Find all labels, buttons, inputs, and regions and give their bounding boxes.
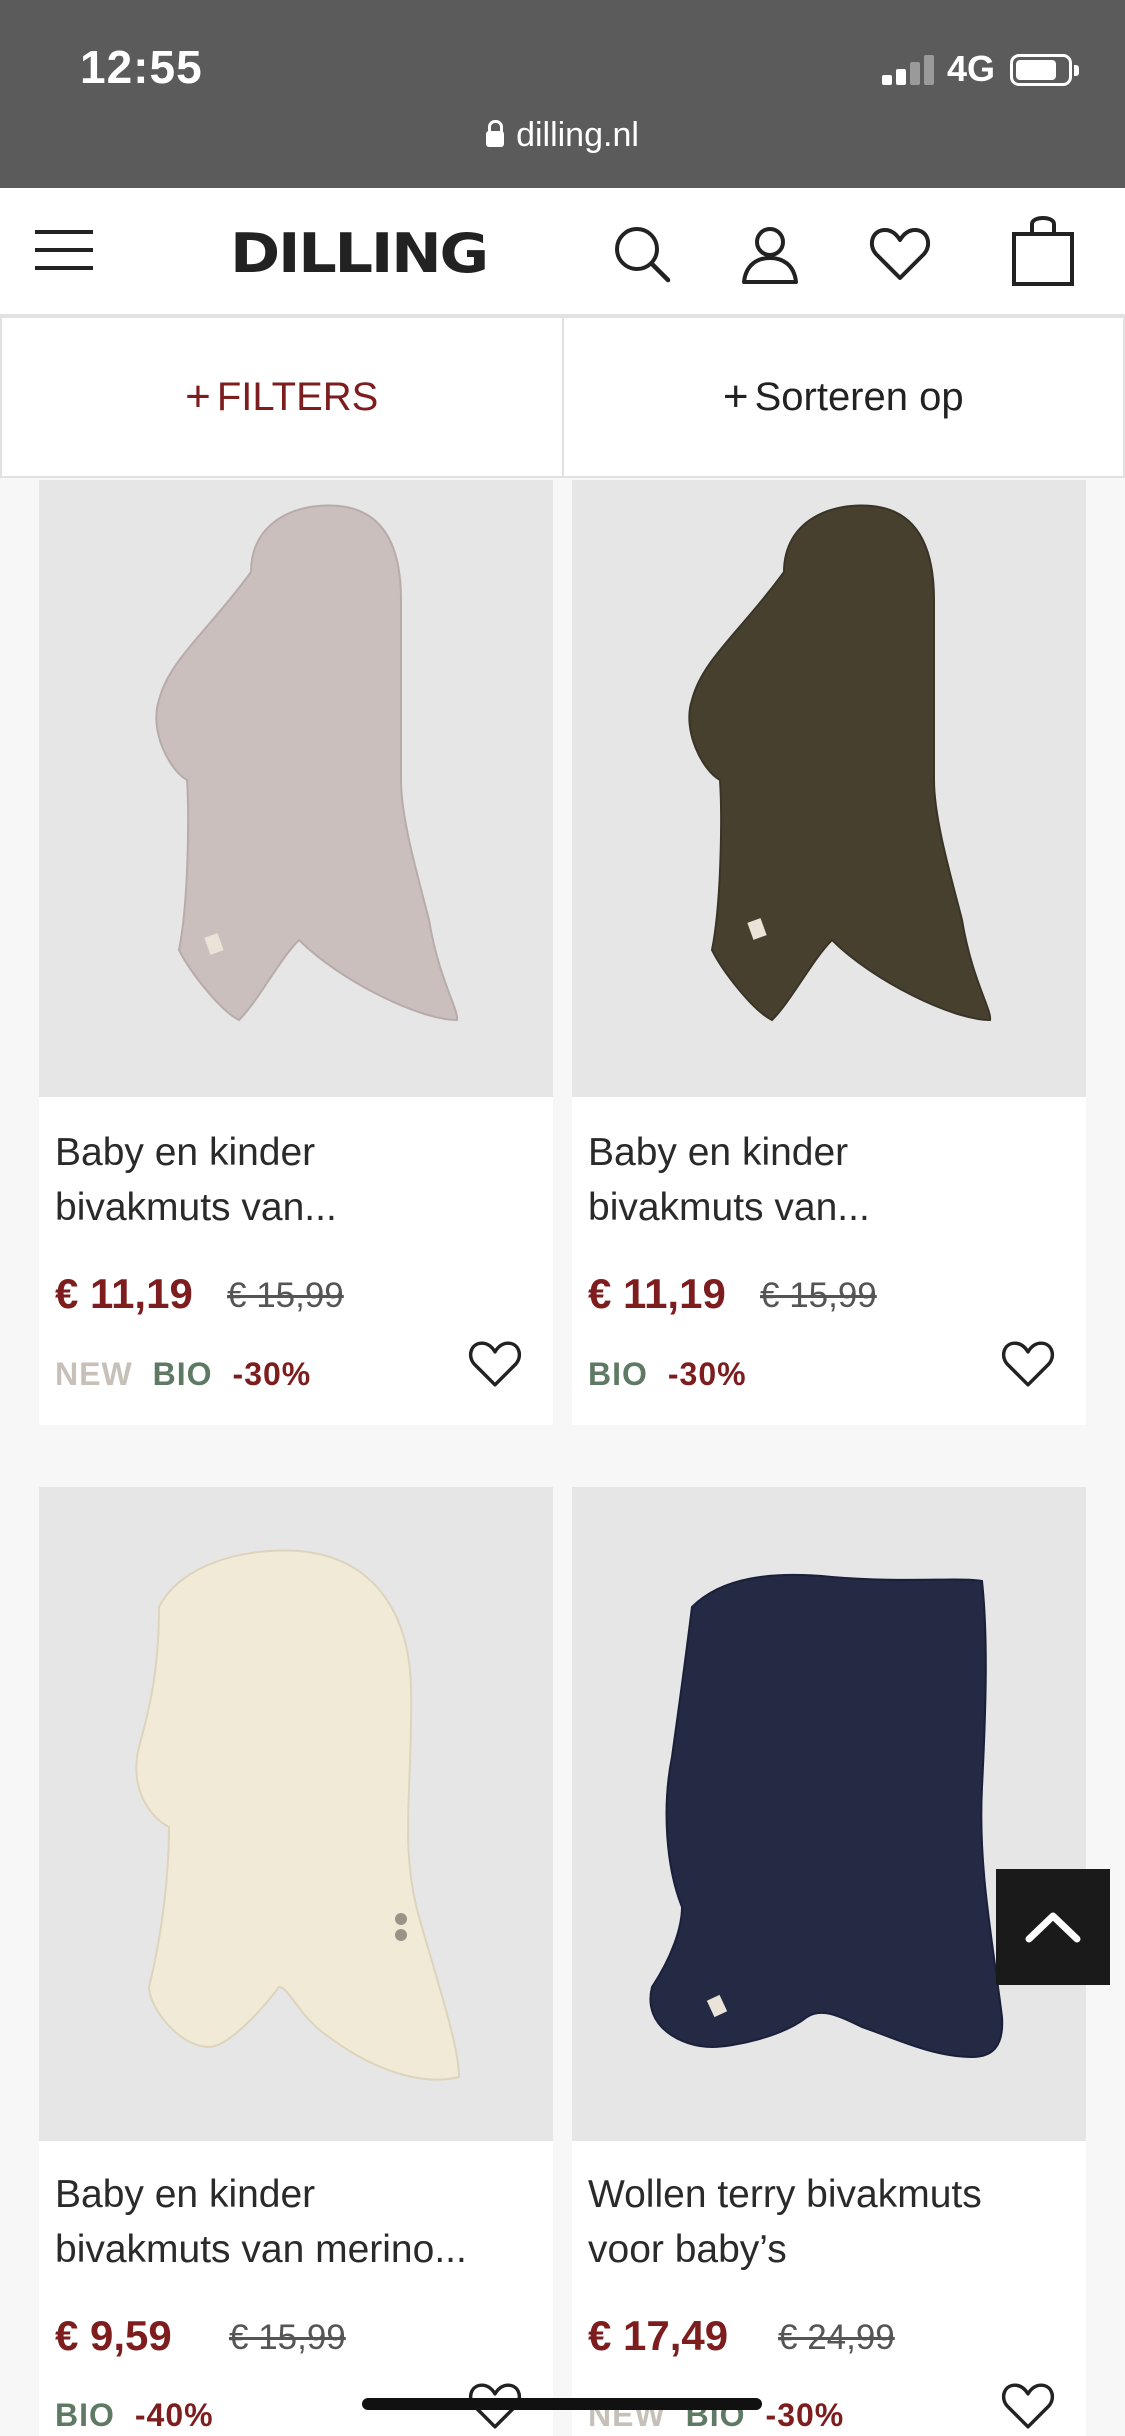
wishlist-heart-icon[interactable]	[1000, 1338, 1056, 1390]
menu-icon[interactable]	[35, 230, 93, 270]
plus-icon: +	[722, 372, 749, 421]
back-to-top-button[interactable]	[996, 1869, 1110, 1985]
url-bar[interactable]: dilling.nl	[0, 116, 1125, 155]
status-bar: 12:55 4G dilling.nl	[0, 0, 1125, 188]
product-tags: BIO -40%	[55, 2397, 214, 2434]
battery-icon	[1010, 54, 1079, 86]
network-type: 4G	[947, 48, 996, 89]
tag-discount: -40%	[134, 2397, 214, 2433]
product-title[interactable]: Baby en kinder bivakmuts van...	[588, 1125, 1078, 1235]
wishlist-heart-icon[interactable]	[1000, 2380, 1056, 2432]
home-indicator[interactable]	[362, 2398, 762, 2410]
tag-discount: -30%	[765, 2397, 845, 2433]
product-old-price: € 15,99	[760, 1276, 877, 1315]
site-logo[interactable]: DILLING	[230, 222, 489, 285]
product-price: € 9,59	[55, 2312, 172, 2359]
sort-button[interactable]: + Sorteren op	[562, 316, 1125, 478]
filter-bar: + FILTERS + Sorteren op	[0, 316, 1125, 478]
filters-button[interactable]: + FILTERS	[0, 316, 563, 478]
tag-bio: BIO	[55, 2397, 115, 2433]
product-tags: BIO -30%	[588, 1356, 747, 1393]
product-old-price: € 15,99	[229, 2318, 346, 2357]
signal-icon	[882, 55, 934, 85]
lock-icon	[486, 120, 505, 147]
product-price: € 11,19	[588, 1270, 726, 1317]
search-icon[interactable]	[610, 222, 674, 286]
product-image[interactable]	[572, 480, 1086, 1097]
product-card[interactable]: Baby en kinder bivakmuts van... € 11,19 €…	[572, 480, 1086, 1425]
product-card[interactable]: Baby en kinder bivakmuts van... € 11,19 €…	[39, 480, 553, 1425]
product-title[interactable]: Baby en kinder bivakmuts van...	[55, 1125, 545, 1235]
account-icon[interactable]	[738, 222, 802, 286]
tag-new: NEW	[55, 1356, 133, 1392]
plus-icon: +	[185, 372, 211, 421]
product-old-price: € 15,99	[227, 1276, 344, 1315]
product-title[interactable]: Baby en kinder bivakmuts van merino...	[55, 2167, 545, 2277]
wishlist-heart-icon[interactable]	[467, 1338, 523, 1390]
product-price: € 17,49	[588, 2312, 729, 2359]
url-text: dilling.nl	[516, 116, 639, 154]
product-tags: NEW BIO -30%	[55, 1356, 311, 1393]
tag-discount: -30%	[667, 1356, 747, 1392]
product-image[interactable]	[572, 1487, 1086, 2141]
site-header: DILLING	[0, 188, 1125, 316]
bag-icon[interactable]	[1010, 212, 1076, 288]
tag-bio: BIO	[588, 1356, 648, 1392]
product-image[interactable]	[39, 480, 553, 1097]
chevron-up-icon	[1025, 1912, 1081, 1943]
tag-bio: BIO	[152, 1356, 213, 1392]
product-card[interactable]: Baby en kinder bivakmuts van merino... € …	[39, 1487, 553, 2436]
heart-icon[interactable]	[868, 222, 932, 286]
product-price: € 11,19	[55, 1270, 193, 1317]
status-time: 12:55	[80, 41, 203, 93]
product-image[interactable]	[39, 1487, 553, 2141]
product-old-price: € 24,99	[778, 2318, 895, 2357]
product-title[interactable]: Wollen terry bivakmuts voor baby’s	[588, 2167, 1078, 2277]
tag-discount: -30%	[232, 1356, 312, 1392]
